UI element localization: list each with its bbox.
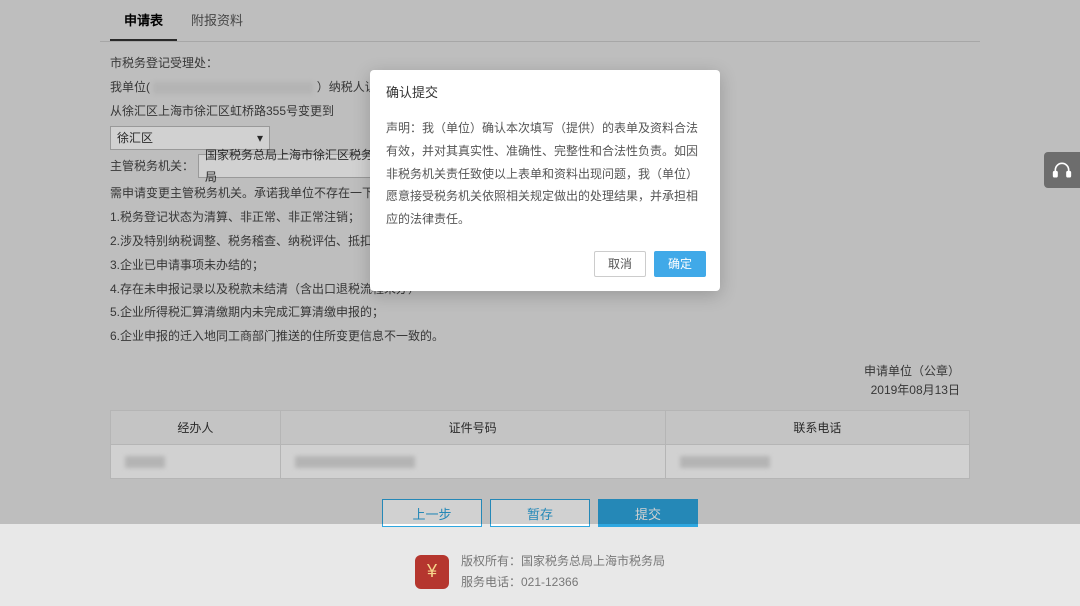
cancel-button[interactable]: 取消 <box>594 251 646 277</box>
customer-service-button[interactable] <box>1044 152 1080 188</box>
headset-icon <box>1052 160 1072 180</box>
page-footer: ¥ 版权所有：国家税务总局上海市税务局 服务电话：021-12366 <box>100 543 980 606</box>
confirm-button[interactable]: 确定 <box>654 251 706 277</box>
service-phone-text: 服务电话：021-12366 <box>461 572 665 592</box>
confirm-submit-modal: 确认提交 声明：我（单位）确认本次填写（提供）的表单及资料合法有效，并对其真实性… <box>370 70 720 291</box>
copyright-text: 版权所有：国家税务总局上海市税务局 <box>461 551 665 571</box>
modal-body-text: 声明：我（单位）确认本次填写（提供）的表单及资料合法有效，并对其真实性、准确性、… <box>370 109 720 243</box>
tax-logo-icon: ¥ <box>415 555 449 589</box>
modal-title: 确认提交 <box>370 70 720 109</box>
